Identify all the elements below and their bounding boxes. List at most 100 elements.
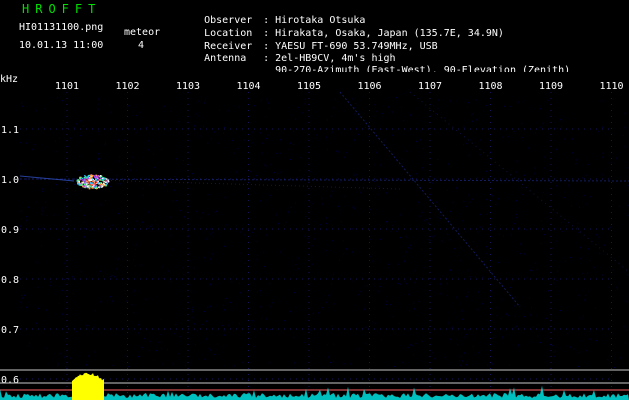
noise-speckle <box>288 148 290 150</box>
noise-speckle <box>416 187 418 189</box>
noise-speckle <box>269 329 271 330</box>
noise-speckle <box>38 307 39 309</box>
noise-speckle <box>516 160 518 162</box>
noise-speckle <box>492 337 494 339</box>
noise-speckle <box>577 222 579 224</box>
noise-speckle <box>359 191 361 193</box>
noise-speckle <box>516 216 518 218</box>
noise-speckle <box>58 239 60 240</box>
noise-speckle <box>284 319 286 321</box>
noise-speckle <box>142 221 144 223</box>
noise-speckle <box>93 326 95 328</box>
noise-speckle <box>224 197 226 199</box>
noise-speckle <box>21 218 22 220</box>
noise-speckle <box>469 201 471 203</box>
noise-speckle <box>179 210 181 211</box>
meteor-echo-pixel <box>81 177 84 180</box>
noise-speckle <box>274 171 275 173</box>
noise-speckle <box>354 139 355 141</box>
noise-speckle <box>451 166 452 168</box>
meteor-echo-pixel <box>91 184 93 186</box>
noise-speckle <box>396 97 397 99</box>
noise-speckle <box>374 104 376 105</box>
noise-speckle <box>135 249 136 250</box>
noise-speckle <box>578 295 580 296</box>
noise-speckle <box>124 139 126 141</box>
noise-speckle <box>126 300 128 302</box>
noise-speckle <box>524 253 526 255</box>
freq-tick-label: 0.8 <box>1 275 19 286</box>
noise-speckle <box>81 190 82 192</box>
noise-speckle <box>232 139 234 141</box>
noise-speckle <box>594 307 596 309</box>
noise-speckle <box>316 134 318 136</box>
noise-speckle <box>409 344 411 346</box>
noise-speckle <box>37 287 39 289</box>
noise-speckle <box>189 252 191 254</box>
meteor-echo-pixel <box>86 178 89 181</box>
noise-speckle <box>195 113 197 115</box>
noise-speckle <box>260 200 262 202</box>
noise-speckle <box>465 205 467 207</box>
noise-speckle <box>468 194 470 196</box>
noise-speckle <box>260 132 262 134</box>
noise-speckle <box>68 145 70 147</box>
noise-speckle <box>105 141 107 143</box>
noise-speckle <box>243 139 245 141</box>
noise-speckle <box>83 125 84 127</box>
noise-speckle <box>302 112 304 114</box>
noise-speckle <box>149 225 151 227</box>
noise-speckle <box>276 189 278 191</box>
noise-speckle <box>61 124 63 126</box>
noise-speckle <box>333 273 335 275</box>
noise-speckle <box>504 105 506 107</box>
noise-speckle <box>442 275 444 277</box>
meteor-echo-pixel <box>90 176 92 179</box>
noise-speckle <box>411 344 413 346</box>
noise-speckle <box>97 108 99 110</box>
noise-speckle <box>557 270 558 272</box>
noise-speckle <box>89 167 91 169</box>
noise-speckle <box>364 285 366 287</box>
noise-speckle <box>446 295 448 297</box>
noise-speckle <box>297 268 299 270</box>
noise-speckle <box>149 125 151 127</box>
noise-speckle <box>280 152 282 154</box>
noise-speckle <box>402 361 404 363</box>
noise-speckle <box>118 213 120 214</box>
noise-speckle <box>430 115 432 117</box>
noise-speckle <box>211 253 213 255</box>
noise-speckle <box>321 307 323 309</box>
noise-speckle <box>304 98 306 100</box>
noise-speckle <box>75 190 76 192</box>
noise-speckle <box>374 322 376 324</box>
noise-speckle <box>138 324 140 326</box>
noise-speckle <box>528 147 530 149</box>
noise-speckle <box>514 327 516 329</box>
noise-speckle <box>325 136 327 138</box>
noise-speckle <box>265 318 267 320</box>
noise-speckle <box>428 222 430 224</box>
noise-speckle <box>580 258 582 260</box>
freq-tick-label: 0.6 <box>1 375 19 386</box>
noise-speckle <box>194 344 196 346</box>
noise-speckle <box>218 109 220 111</box>
noise-speckle <box>498 198 499 200</box>
noise-speckle <box>544 156 546 158</box>
noise-speckle <box>456 296 458 298</box>
noise-speckle <box>405 236 407 238</box>
noise-speckle <box>413 302 415 304</box>
noise-speckle <box>534 132 536 134</box>
noise-speckle <box>263 251 265 253</box>
meteor-echo-pixel <box>80 178 82 181</box>
noise-speckle <box>338 151 340 153</box>
noise-speckle <box>162 363 164 365</box>
noise-speckle <box>382 112 384 114</box>
meteor-echo-pixel <box>92 185 95 187</box>
noise-speckle <box>472 120 473 122</box>
noise-speckle <box>557 127 559 129</box>
noise-speckle <box>507 314 509 316</box>
noise-speckle <box>582 315 584 317</box>
noise-speckle <box>623 127 625 129</box>
noise-speckle <box>561 221 563 223</box>
